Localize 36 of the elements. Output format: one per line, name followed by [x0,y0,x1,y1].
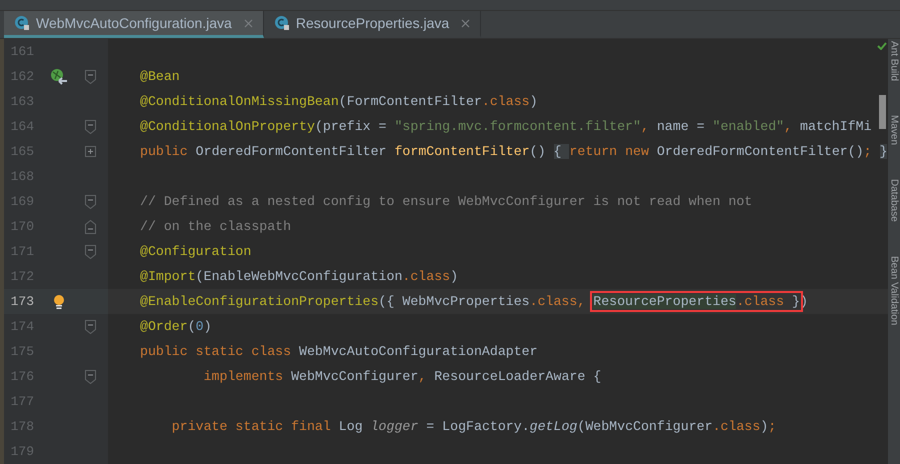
fold-icon[interactable] [84,320,96,334]
tool-window-button[interactable]: Bean Validation [888,256,900,326]
code-line: implements WebMvcConfigurer, ResourceLoaderAware { [202,369,602,384]
scrollbar-thumb[interactable] [879,95,886,129]
class-file-icon [14,15,30,31]
code-line: // Defined as a nested config to ensure WebMvcConfigurer is not read when not [139,194,752,209]
tool-window-button[interactable]: Maven [888,115,900,146]
code-line: @ConditionalOnMissingBean(FormContentFilter.class) [139,94,538,109]
tool-window-button[interactable]: Database [888,179,900,222]
code-line: @Order(0) [139,319,212,334]
editor-tab[interactable]: ResourceProperties.java [264,11,482,38]
bean-method-icon[interactable] [50,68,68,86]
class-file-icon [274,15,290,31]
fold-icon[interactable] [84,220,96,234]
editor-tab[interactable]: WebMvcAutoConfiguration.java [4,11,264,38]
tool-window-button[interactable]: Ant Build [888,41,900,82]
fold-icon[interactable] [84,244,96,258]
check-icon [877,42,887,50]
fold-icon[interactable] [84,194,96,208]
code-line: @Configuration [139,244,252,259]
code-line: @ConditionalOnProperty(prefix = "spring.mvc.formcontent.filter", name = "enabled", matchIfMi [139,119,872,134]
fold-icon[interactable] [84,120,96,134]
code-line: public static class WebMvcAutoConfigurationAdapter [139,344,538,359]
line-number: 173 [10,294,34,309]
code-line: public OrderedFormContentFilter formContentFilter() { return new OrderedFormContentFilter(); } [139,144,888,159]
fold-icon[interactable] [84,370,96,384]
close-icon[interactable] [461,18,470,28]
code-line: @Bean [139,69,180,84]
code-line: @EnableConfigurationProperties({ WebMvcProperties.class, ResourceProperties.class }) [108,294,808,309]
code-line: private static final Log logger = LogFactory.getLog(WebMvcConfigurer.class); [170,419,776,434]
lightbulb-icon[interactable] [53,294,65,310]
expand-icon[interactable] [84,146,96,157]
code-line: // on the classpath [139,219,292,234]
fold-icon[interactable] [84,70,96,84]
highlight-frame: ResourceProperties.class } [593,294,800,309]
code-line: @Import(EnableWebMvcConfiguration.class) [139,269,458,284]
